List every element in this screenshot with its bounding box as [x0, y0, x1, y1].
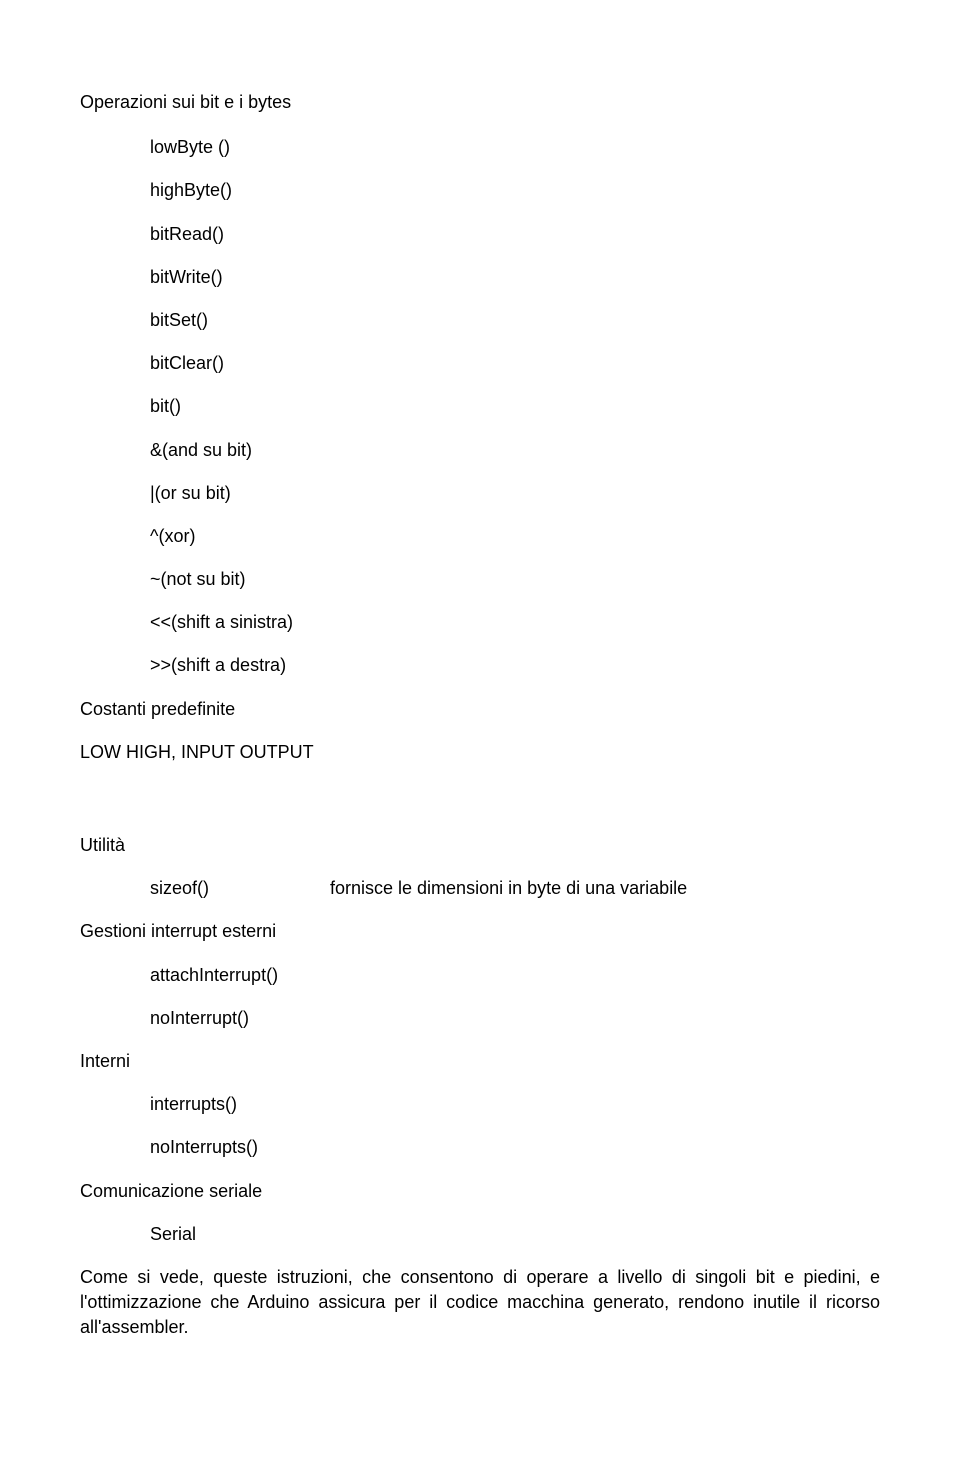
list-item: bit() — [150, 394, 880, 419]
list-item: interrupts() — [150, 1092, 880, 1117]
list-item: attachInterrupt() — [150, 963, 880, 988]
list-item: bitWrite() — [150, 265, 880, 290]
section-costanti: Costanti predefinite — [80, 697, 880, 722]
list-item: ~(not su bit) — [150, 567, 880, 592]
section-bit-bytes: Operazioni sui bit e i bytes — [80, 90, 880, 115]
item-desc: fornisce le dimensioni in byte di una va… — [330, 876, 687, 901]
text-line: LOW HIGH, INPUT OUTPUT — [80, 740, 880, 765]
closing-paragraph: Come si vede, queste istruzioni, che con… — [80, 1265, 880, 1341]
list-item: bitRead() — [150, 222, 880, 247]
section-gestioni-interrupt: Gestioni interrupt esterni — [80, 919, 880, 944]
list-item: |(or su bit) — [150, 481, 880, 506]
list-item: highByte() — [150, 178, 880, 203]
list-item: noInterrupt() — [150, 1006, 880, 1031]
list-item: ^(xor) — [150, 524, 880, 549]
list-row: sizeof() fornisce le dimensioni in byte … — [150, 876, 880, 901]
list-item: lowByte () — [150, 135, 880, 160]
list-item: &(and su bit) — [150, 438, 880, 463]
section-interni: Interni — [80, 1049, 880, 1074]
list-item: >>(shift a destra) — [150, 653, 880, 678]
list-item: noInterrupts() — [150, 1135, 880, 1160]
section-utilita: Utilità — [80, 833, 880, 858]
section-comunicazione-seriale: Comunicazione seriale — [80, 1179, 880, 1204]
list-item: <<(shift a sinistra) — [150, 610, 880, 635]
list-item: bitSet() — [150, 308, 880, 333]
list-item: Serial — [150, 1222, 880, 1247]
list-item: bitClear() — [150, 351, 880, 376]
item-name: sizeof() — [150, 876, 330, 901]
